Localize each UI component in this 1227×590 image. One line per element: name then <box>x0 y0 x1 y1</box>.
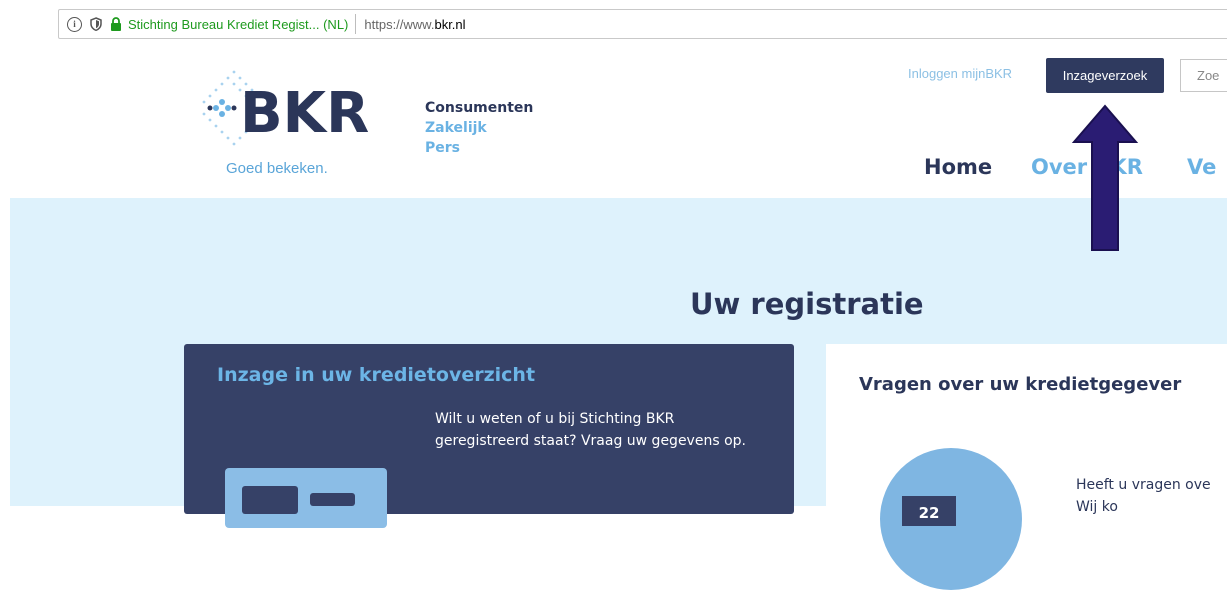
url-prefix: https://www. <box>364 16 435 32</box>
lock-icon[interactable] <box>110 17 122 31</box>
segment-zakelijk[interactable]: Zakelijk <box>425 118 533 138</box>
browser-address-bar[interactable]: i Stichting Bureau Krediet Regist... (NL… <box>58 9 1227 39</box>
page-title: Uw registratie <box>690 287 924 321</box>
segment-pers[interactable]: Pers <box>425 138 533 158</box>
vragen-card[interactable]: Vragen over uw kredietgegever 22 Heeft u… <box>826 344 1227 590</box>
vragen-card-text: Heeft u vragen ove Wij ko <box>1076 474 1227 518</box>
nav-ve[interactable]: Ve <box>1187 155 1216 179</box>
vragen-card-text-line1: Heeft u vragen ove <box>1076 477 1211 493</box>
inzageverzoek-button[interactable]: Inzageverzoek <box>1046 58 1164 93</box>
url-text[interactable]: https://www.bkr.nl <box>364 17 465 32</box>
logo-tagline: Goed bekeken. <box>226 160 328 177</box>
address-divider <box>355 14 357 34</box>
tracking-shield-icon[interactable] <box>90 17 102 31</box>
url-domain: bkr.nl <box>434 16 466 32</box>
calendar-illustration-icon: 22 <box>880 448 1022 590</box>
calendar-day-number: 22 <box>902 496 956 526</box>
site-identity-label[interactable]: Stichting Bureau Krediet Regist... (NL) <box>128 17 348 32</box>
vragen-card-title: Vragen over uw kredietgegever <box>859 374 1182 395</box>
nav-home[interactable]: Home <box>924 155 992 179</box>
search-input[interactable]: Zoe <box>1180 59 1227 92</box>
vragen-card-text-line2: Wij ko <box>1076 499 1118 515</box>
inzage-card[interactable]: Inzage in uw kredietoverzicht Wilt u wet… <box>184 344 794 528</box>
login-mijnbkr-link[interactable]: Inloggen mijnBKR <box>908 66 1012 81</box>
inzage-card-title: Inzage in uw kredietoverzicht <box>217 364 536 386</box>
info-icon[interactable]: i <box>67 16 82 32</box>
annotation-arrow-up-icon <box>1071 104 1139 251</box>
bkr-logo-text: BKR <box>240 81 369 146</box>
inzage-card-text: Wilt u weten of u bij Stichting BKR gere… <box>435 411 746 449</box>
segment-consumenten[interactable]: Consumenten <box>425 98 533 118</box>
audience-nav: Consumenten Zakelijk Pers <box>425 98 533 158</box>
document-illustration-icon <box>225 468 387 528</box>
